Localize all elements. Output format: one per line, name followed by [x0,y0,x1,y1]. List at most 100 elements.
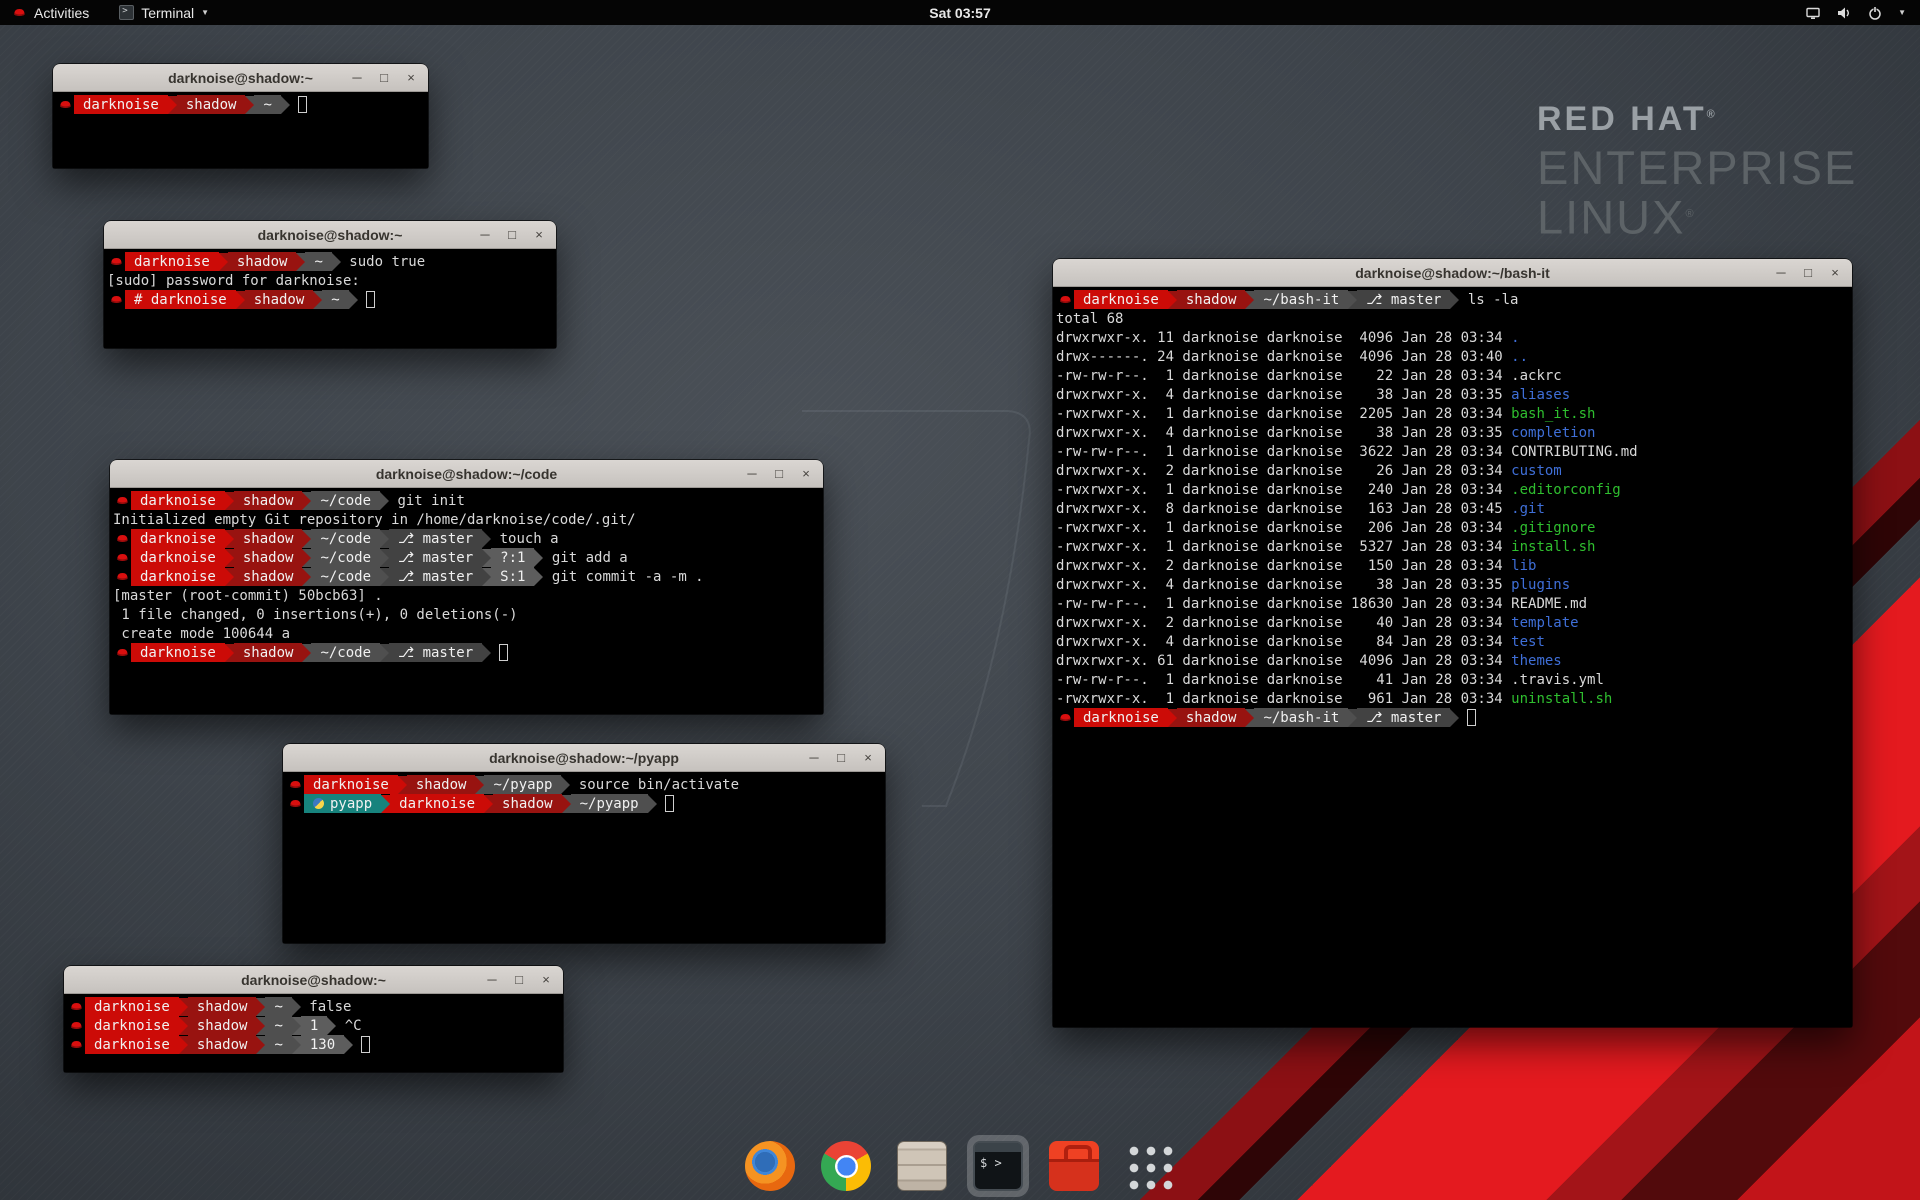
terminal-text: .editorconfig [1511,482,1621,498]
terminal-text: uninstall.sh [1511,691,1612,707]
window-titlebar[interactable]: darknoise@shadow:~/code─□× [110,460,823,488]
terminal-line: darknoiseshadow~/bash-it⎇ master [1056,708,1852,727]
window-titlebar[interactable]: darknoise@shadow:~/pyapp─□× [283,744,885,772]
window-title: darknoise@shadow:~ [258,227,403,243]
terminal-content[interactable]: darknoiseshadow~ sudo true[sudo] passwor… [104,249,556,348]
prompt-segment: ⎇ master [389,548,482,567]
prompt-segment: ⎇ master [389,529,482,548]
maximize-button[interactable]: □ [505,228,519,242]
window-buttons: ─ □ × [478,221,546,248]
prompt-segment: darknoise [131,643,225,662]
minimize-button[interactable]: ─ [485,973,499,987]
terminal-cursor [499,644,508,661]
powerline-arrow [562,795,571,813]
terminal-text: false [301,999,352,1015]
terminal-text: source bin/activate [570,777,739,793]
terminal-line: drwxrwxr-x. 61 darknoise darknoise 4096 … [1056,651,1852,670]
redhat-icon [286,798,304,809]
terminal-window: darknoise@shadow:~ ─ □ × darknoiseshadow~ [53,64,428,168]
terminal-content[interactable]: darknoiseshadow~ [53,92,428,168]
dock-app-grid[interactable] [1119,1135,1181,1197]
terminal-text: drwxrwxr-x. 61 darknoise darknoise 4096 … [1056,653,1511,669]
terminal-line: darknoiseshadow~/pyapp source bin/activa… [286,775,885,794]
close-button[interactable]: × [539,973,553,987]
terminal-text: git init [389,493,465,509]
terminal-text: plugins [1511,577,1570,593]
terminal-line: [sudo] password for darknoise: [107,271,556,290]
terminal-cursor [298,96,307,113]
terminal-window: darknoise@shadow:~ ─ □ × darknoiseshadow~ su… [104,221,556,348]
prompt-segment: darknoise [1074,708,1168,727]
powerline-arrow [344,1036,353,1054]
status-area[interactable]: ▼ [1805,0,1920,25]
close-button[interactable]: × [532,228,546,242]
window-titlebar[interactable]: darknoise@shadow:~/bash-it─□× [1053,259,1852,287]
powerline-arrow [381,795,390,813]
window-titlebar[interactable]: darknoise@shadow:~ ─ □ × [53,64,428,92]
app-menu-terminal[interactable]: Terminal ▼ [107,0,221,25]
minimize-button[interactable]: ─ [807,751,821,765]
close-button[interactable]: × [404,71,418,85]
dock-terminal[interactable] [967,1135,1029,1197]
dock-toolbox[interactable] [1043,1135,1105,1197]
terminal-line: darknoiseshadow~/bash-it⎇ master ls -la [1056,290,1852,309]
terminal-window: darknoise@shadow:~/pyapp─□×darknoiseshad… [283,744,885,943]
terminal-content[interactable]: darknoiseshadow~ falsedarknoiseshadow~1 … [64,994,563,1072]
prompt-segment: ~/code [311,548,380,567]
terminal-window: darknoise@shadow:~─□×darknoiseshadow~ fa… [64,966,563,1072]
clock[interactable]: Sat 03:57 [929,5,990,21]
dock-files[interactable] [891,1135,953,1197]
powerline-arrow [380,530,389,548]
terminal-line: -rw-rw-r--. 1 darknoise darknoise 3622 J… [1056,442,1852,461]
minimize-button[interactable]: ─ [350,71,364,85]
powerline-arrow [292,1036,301,1054]
terminal-text: total 68 [1056,311,1123,327]
maximize-button[interactable]: □ [1801,266,1815,280]
powerline-arrow [534,568,543,586]
dock-firefox[interactable] [739,1135,801,1197]
firefox-icon [745,1141,795,1191]
terminal-text: .. [1511,349,1528,365]
redhat-icon [107,294,125,305]
terminal-line: pyappdarknoiseshadow~/pyapp [286,794,885,813]
terminal-line: drwxrwxr-x. 4 darknoise darknoise 84 Jan… [1056,632,1852,651]
terminal-window: darknoise@shadow:~/code─□×darknoiseshado… [110,460,823,714]
redhat-icon [107,256,125,267]
window-buttons: ─ □ × [485,966,553,993]
minimize-button[interactable]: ─ [478,228,492,242]
terminal-content[interactable]: darknoiseshadow~/code git initInitialize… [110,488,823,714]
maximize-button[interactable]: □ [377,71,391,85]
window-titlebar[interactable]: darknoise@shadow:~─□× [64,966,563,994]
terminal-cursor [366,291,375,308]
prompt-segment: shadow [234,567,303,586]
close-button[interactable]: × [1828,266,1842,280]
powerline-arrow [179,998,188,1016]
terminal-content[interactable]: darknoiseshadow~/bash-it⎇ master ls -la t… [1053,287,1852,1027]
terminal-line: # darknoiseshadow~ [107,290,556,309]
activities-button[interactable]: Activities [0,0,101,25]
terminal-text: README.md [1511,596,1587,612]
powerline-arrow [302,549,311,567]
maximize-button[interactable]: □ [834,751,848,765]
dock-chrome[interactable] [815,1135,877,1197]
minimize-button[interactable]: ─ [1774,266,1788,280]
window-buttons: ─ □ × [807,744,875,771]
terminal-text: -rw-rw-r--. 1 darknoise darknoise 3622 J… [1056,444,1511,460]
terminal-line: create mode 100644 a [113,624,823,643]
maximize-button[interactable]: □ [772,467,786,481]
terminal-text: .ackrc [1511,368,1562,384]
terminal-content[interactable]: darknoiseshadow~/pyapp source bin/activa… [283,772,885,943]
close-button[interactable]: × [861,751,875,765]
powerline-arrow [281,96,290,114]
window-buttons: ─ □ × [745,460,813,487]
window-titlebar[interactable]: darknoise@shadow:~ ─ □ × [104,221,556,249]
prompt-segment: darknoise [131,529,225,548]
redhat-icon [113,495,131,506]
powerline-arrow [1450,291,1459,309]
powerline-arrow [179,1017,188,1035]
close-button[interactable]: × [799,467,813,481]
terminal-line: 1 file changed, 0 insertions(+), 0 delet… [113,605,823,624]
minimize-button[interactable]: ─ [745,467,759,481]
maximize-button[interactable]: □ [512,973,526,987]
window-title: darknoise@shadow:~ [168,70,313,86]
